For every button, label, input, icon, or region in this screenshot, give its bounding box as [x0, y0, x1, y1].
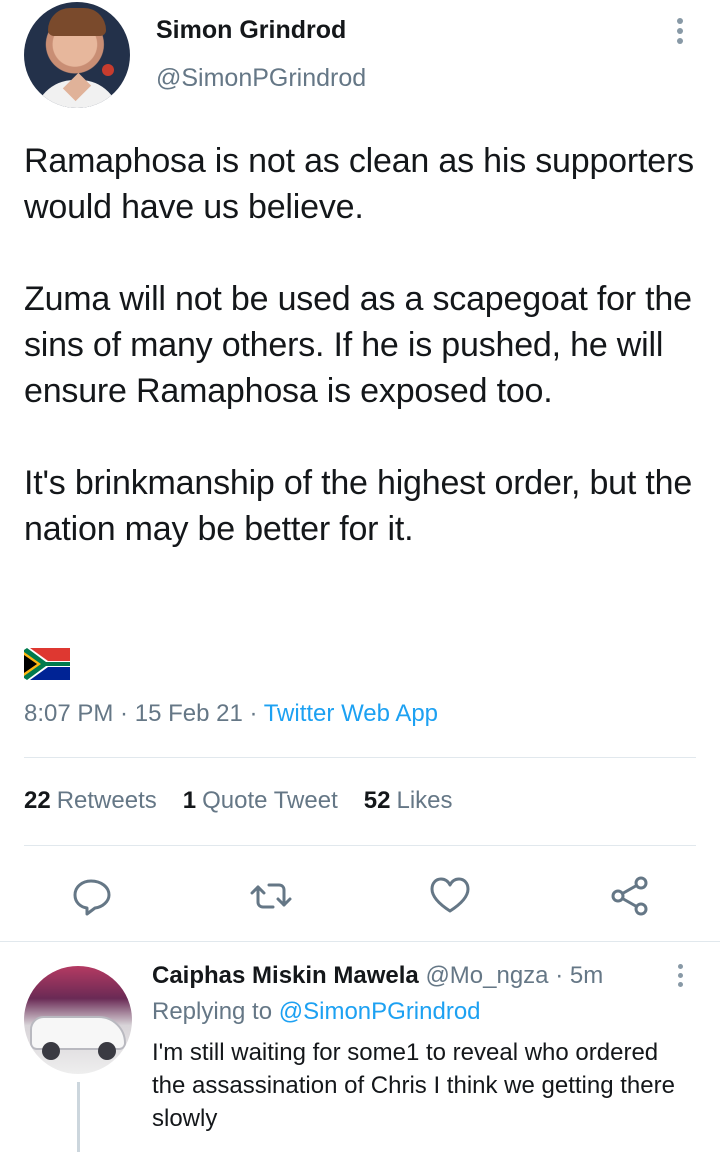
reply-author-avatar[interactable]: [24, 966, 132, 1074]
like-icon[interactable]: [428, 874, 472, 918]
tweet-time: 8:07 PM: [24, 700, 114, 727]
replying-to: Replying to @SimonPGrindrod: [152, 998, 481, 1026]
retweets-count: 22: [24, 787, 51, 814]
meta-separator: ·: [548, 962, 570, 989]
south-africa-flag-icon: [24, 648, 70, 680]
tweet-actions: [0, 868, 720, 924]
retweets-stat[interactable]: 22 Retweets: [24, 787, 157, 815]
likes-count: 52: [363, 787, 391, 814]
reply-text: I'm still waiting for some1 to reveal wh…: [152, 1039, 675, 1132]
reply-icon[interactable]: [69, 874, 113, 918]
meta-separator: ·: [242, 700, 264, 727]
reply-tweet[interactable]: Caiphas Miskin Mawela @Mo_ngza · 5m Repl…: [0, 942, 720, 1152]
share-icon[interactable]: [608, 874, 652, 918]
tweet-text: Ramaphosa is not as clean as his support…: [24, 142, 694, 548]
tweet-stats: 22 Retweets 1 Quote Tweet 52 Likes: [24, 787, 453, 815]
author-handle[interactable]: @SimonPGrindrod: [156, 64, 366, 93]
retweets-label: Retweets: [56, 787, 157, 814]
more-options-icon[interactable]: [670, 18, 690, 46]
divider: [24, 845, 696, 846]
reply-author-handle[interactable]: @Mo_ngza: [425, 962, 548, 989]
reply-more-options-icon[interactable]: [670, 964, 690, 990]
quote-tweets-stat[interactable]: 1 Quote Tweet: [183, 787, 338, 815]
likes-stat[interactable]: 52 Likes: [364, 787, 453, 815]
replying-prefix: Replying to: [152, 998, 273, 1025]
author-avatar[interactable]: [24, 2, 130, 108]
reply-header: Caiphas Miskin Mawela @Mo_ngza · 5m: [152, 962, 603, 990]
likes-label: Likes: [396, 787, 453, 814]
replying-to-handle-link[interactable]: @SimonPGrindrod: [279, 998, 481, 1025]
tweet-meta: 8:07 PM · 15 Feb 21 · Twitter Web App: [24, 700, 438, 728]
reply-time: 5m: [569, 962, 604, 989]
reply-author-name[interactable]: Caiphas Miskin Mawela: [152, 962, 419, 989]
tweet-source-link[interactable]: Twitter Web App: [264, 700, 438, 727]
thread-line: [77, 1082, 80, 1152]
tweet-date: 15 Feb 21: [134, 700, 243, 727]
main-tweet: Simon Grindrod @SimonPGrindrod Ramaphosa…: [0, 0, 720, 942]
author-name[interactable]: Simon Grindrod: [156, 16, 346, 45]
divider: [24, 757, 696, 758]
quote-tweets-count: 1: [182, 787, 197, 814]
retweet-icon[interactable]: [249, 874, 293, 918]
quote-tweets-label: Quote Tweet: [202, 787, 338, 814]
meta-separator: ·: [113, 700, 135, 727]
